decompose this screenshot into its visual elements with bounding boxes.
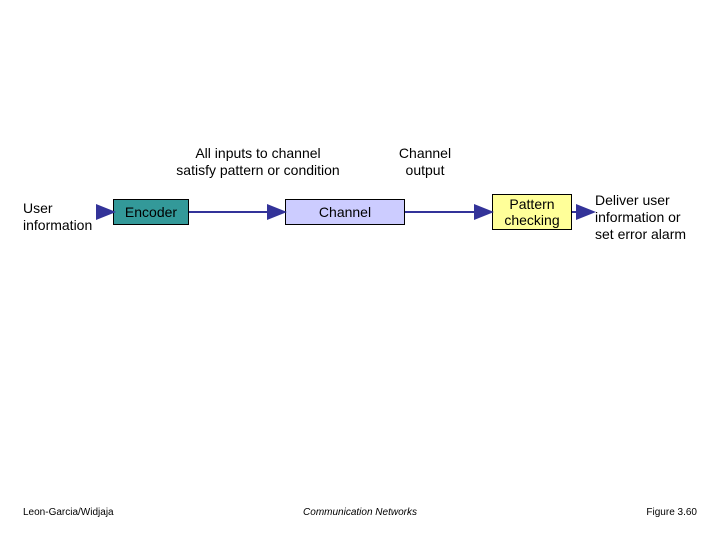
footer-right: Figure 3.60 xyxy=(646,507,697,518)
arrow-user-to-encoder xyxy=(0,0,720,540)
footer-center: Communication Networks xyxy=(0,507,720,518)
